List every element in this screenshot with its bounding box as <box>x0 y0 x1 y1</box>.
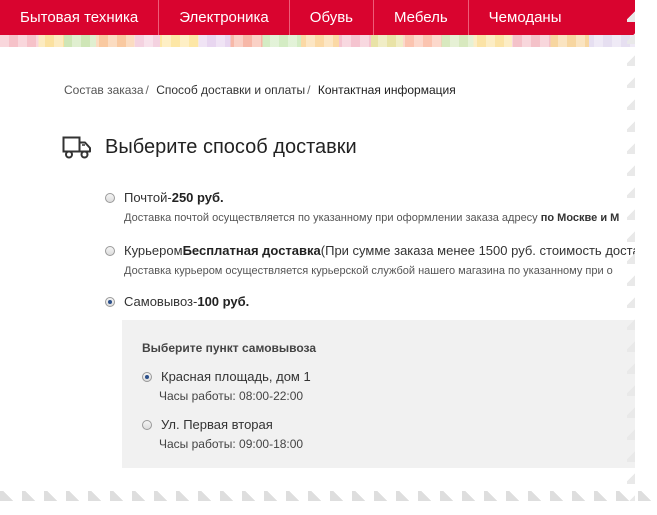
radio-pickup-point-2[interactable] <box>142 419 152 430</box>
breadcrumb-separator: / <box>307 83 311 97</box>
page-heading: Выберите способ доставки <box>62 134 357 160</box>
pickup-point-red-square[interactable]: Красная площадь, дом 1 Часы работы: 08:0… <box>142 369 311 403</box>
option-label: Почтой <box>124 190 168 205</box>
nav-item-appliances[interactable]: Бытовая техника <box>0 0 160 35</box>
breadcrumb-delivery-payment[interactable]: Способ доставки и оплаты <box>156 83 305 97</box>
pickup-panel-title: Выберите пункт самовывоза <box>142 341 317 355</box>
option-price: 250 руб. <box>171 190 224 205</box>
radio-courier[interactable] <box>105 245 115 256</box>
pickup-point-address: Ул. Первая вторая <box>161 417 273 432</box>
option-note: (При сумме заказа менее 1500 руб. стоимо… <box>320 243 647 258</box>
option-label: Самовывоз <box>124 294 193 309</box>
option-description-text: Доставка почтой осуществляется по указан… <box>124 212 541 224</box>
delivery-option-pickup[interactable]: Самовывоз - 100 руб. <box>105 294 249 309</box>
option-price: 100 руб. <box>197 294 250 309</box>
breadcrumb-order-contents[interactable]: Состав заказа <box>64 83 144 97</box>
option-description-bold: по Москве и М <box>540 212 620 224</box>
delivery-option-post[interactable]: Почтой - 250 руб. Доставка почтой осущес… <box>105 190 619 224</box>
option-label: Курьером <box>124 243 183 258</box>
torn-edge-right-mask <box>635 0 657 515</box>
pickup-point-address: Красная площадь, дом 1 <box>161 369 311 384</box>
nav-item-furniture[interactable]: Мебель <box>374 0 469 35</box>
pickup-point-panel: Выберите пункт самовывоза Красная площад… <box>122 320 652 468</box>
page-title: Выберите способ доставки <box>105 135 357 158</box>
delivery-option-courier[interactable]: Курьером Бесплатная доставка (При сумме … <box>105 243 647 277</box>
radio-pickup-point-1[interactable] <box>142 371 152 382</box>
top-navigation: Бытовая техника Электроника Обувь Мебель… <box>0 0 640 35</box>
breadcrumb-separator: / <box>145 83 149 97</box>
nav-item-shoes[interactable]: Обувь <box>290 0 374 35</box>
torn-edge-bottom-mask <box>0 501 657 515</box>
nav-item-suitcases[interactable]: Чемоданы <box>469 0 582 35</box>
breadcrumb-contact-info: Контактная информация <box>317 83 456 97</box>
breadcrumb: Состав заказа / Способ доставки и оплаты /… <box>64 83 456 97</box>
option-price: Бесплатная доставка <box>182 243 321 258</box>
pickup-point-hours: Часы работы: 09:00-18:00 <box>159 437 304 451</box>
pickup-point-hours: Часы работы: 08:00-22:00 <box>159 389 304 403</box>
option-description: Доставка курьером осуществляется курьерс… <box>124 265 613 277</box>
radio-post[interactable] <box>105 192 115 203</box>
radio-pickup[interactable] <box>105 296 115 307</box>
page-frame: Бытовая техника Электроника Обувь Мебель… <box>0 0 657 515</box>
option-description: Доставка почтой осуществляется по указан… <box>124 212 619 224</box>
pickup-point-first-second-street[interactable]: Ул. Первая вторая Часы работы: 09:00-18:… <box>142 417 303 451</box>
nav-item-electronics[interactable]: Электроника <box>159 0 290 35</box>
decorative-stripe-overlay <box>0 35 640 47</box>
truck-icon <box>62 136 91 159</box>
